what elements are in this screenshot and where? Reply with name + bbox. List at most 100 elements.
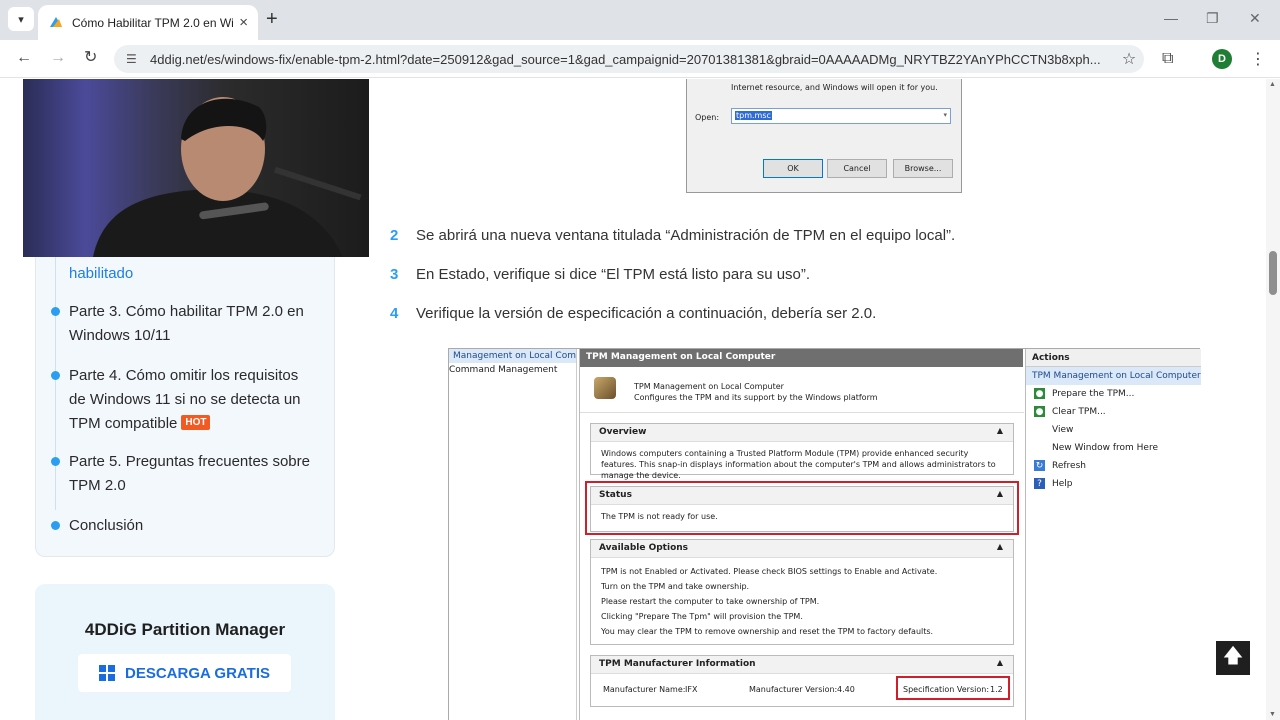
run-dropdown-icon: ▾ [943, 111, 947, 119]
toc-item-parte-4[interactable]: Parte 4. Cómo omitir los requisitos de W… [69, 364, 319, 436]
manufacturer-heading-text: TPM Manufacturer Information [599, 659, 756, 669]
option-line: You may clear the TPM to remove ownershi… [601, 627, 934, 636]
action-label: Clear TPM... [1052, 407, 1106, 417]
manufacturer-version-label: Manufacturer Version: [749, 685, 838, 694]
run-cancel-button: Cancel [827, 159, 887, 178]
actions-selected: TPM Management on Local Computer [1026, 367, 1201, 385]
manufacturer-version: 4.40 [837, 685, 855, 694]
manufacturer-name-label: Manufacturer Name: [603, 685, 686, 694]
tree-selected-item: Management on Local Comp [449, 349, 576, 363]
tab-close-icon[interactable]: × [239, 14, 248, 31]
step-3: 3 En Estado, verifique si dice “El TPM es… [390, 265, 810, 285]
options-body: TPM is not Enabled or Activated. Please … [591, 558, 1013, 645]
site-info-icon[interactable]: ☰ [126, 52, 140, 66]
page-scrollbar[interactable]: ▲ ▼ [1266, 79, 1280, 720]
toc-item-parte-5[interactable]: Parte 5. Preguntas frecuentes sobre TPM … [69, 450, 319, 498]
step-4: 4 Verifique la versión de especificación … [390, 304, 876, 324]
status-highlight-box [585, 481, 1019, 535]
step-text: En Estado, verifique si dice “El TPM est… [416, 266, 811, 283]
run-hint-text: Internet resource, and Windows will open… [731, 83, 938, 92]
manufacturer-name: IFX [685, 685, 698, 694]
bookmark-star-icon[interactable]: ☆ [1114, 49, 1144, 69]
overview-heading: Overview ▲ [591, 424, 1013, 442]
option-line: Please restart the computer to take owne… [601, 597, 820, 606]
options-heading: Available Options ▲ [591, 540, 1013, 558]
promo-card: 4DDiG Partition Manager DESCARGA GRATIS [35, 584, 335, 720]
help-icon: ? [1034, 478, 1045, 489]
manufacturer-heading: TPM Manufacturer Information ▲ [591, 656, 1013, 674]
tpm-chip-icon [594, 377, 616, 399]
options-section: Available Options ▲ TPM is not Enabled or… [590, 539, 1014, 645]
options-heading-text: Available Options [599, 543, 689, 553]
toc-dot [51, 307, 60, 316]
green-action-icon: ● [1034, 388, 1045, 399]
overview-heading-text: Overview [599, 427, 647, 437]
refresh-icon: ↻ [1034, 460, 1045, 471]
action-label: Prepare the TPM... [1052, 389, 1135, 399]
new-tab-button[interactable]: + [266, 8, 278, 30]
console-center-pane: TPM Management on Local Computer TPM Man… [579, 349, 1024, 720]
collapse-caret-icon: ▲ [996, 542, 1003, 551]
run-dialog-image: Internet resource, and Windows will open… [686, 79, 962, 193]
tab-strip: ▾ Cómo Habilitar TPM 2.0 en Win × + — ❐ … [0, 0, 1280, 40]
close-window-button[interactable]: ✕ [1249, 10, 1261, 27]
restore-button[interactable]: ❐ [1206, 10, 1219, 27]
step-number: 2 [390, 227, 399, 244]
webcam-overlay [23, 79, 369, 257]
profile-avatar[interactable]: D [1212, 49, 1232, 69]
toc-dot [51, 457, 60, 466]
console-banner: TPM Management on Local Computer Configu… [580, 367, 1024, 413]
back-button[interactable]: ← [16, 48, 32, 68]
collapse-caret-icon: ▲ [996, 426, 1003, 435]
download-button[interactable]: DESCARGA GRATIS [78, 654, 291, 692]
console-tree: Management on Local Comp Command Managem… [449, 349, 577, 720]
tab-title: Cómo Habilitar TPM 2.0 en Win [72, 15, 234, 30]
scroll-up-icon[interactable]: ▲ [1269, 81, 1276, 88]
scrollbar-thumb[interactable] [1269, 251, 1277, 295]
browser-tab[interactable]: Cómo Habilitar TPM 2.0 en Win × [38, 5, 258, 40]
toc-item-habilitado[interactable]: habilitado [69, 262, 319, 286]
action-clear: ● Clear TPM... [1026, 403, 1201, 421]
option-line: Turn on the TPM and take ownership. [601, 582, 750, 591]
extensions-icon[interactable]: ⧉ [1162, 50, 1173, 68]
toc-dot [51, 521, 60, 530]
console-header: TPM Management on Local Computer [580, 349, 1023, 367]
overview-section: Overview ▲ Windows computers containing a… [590, 423, 1014, 480]
action-prepare: ● Prepare the TPM... [1026, 385, 1201, 403]
run-open-label: Open: [695, 113, 720, 122]
step-2: 2 Se abrirá una nueva ventana titulada “A… [390, 226, 955, 246]
windows-logo-icon [98, 665, 115, 681]
address-bar[interactable]: ☰ 4ddig.net/es/windows-fix/enable-tpm-2.… [114, 45, 1144, 73]
banner-subtitle: Configures the TPM and its support by th… [634, 393, 878, 402]
option-line: TPM is not Enabled or Activated. Please … [601, 567, 938, 576]
step-text: Verifique la versión de especificación a… [416, 305, 877, 322]
forward-button[interactable]: → [50, 48, 66, 68]
run-browse-button: Browse... [893, 159, 953, 178]
tab-search-button[interactable]: ▾ [8, 7, 34, 31]
action-view: View [1026, 421, 1201, 439]
webcam-person-image [93, 97, 362, 257]
scroll-down-icon[interactable]: ▼ [1269, 711, 1276, 718]
option-line: Clicking "Prepare The Tpm" will provisio… [601, 612, 803, 621]
run-ok-button: OK [763, 159, 823, 178]
download-button-label: DESCARGA GRATIS [124, 664, 270, 682]
hot-badge: HOT [181, 415, 211, 430]
actions-pane: Actions TPM Management on Local Computer… [1025, 349, 1201, 720]
page-viewport: habilitado Parte 3. Cómo habilitar TPM 2… [0, 79, 1280, 720]
step-text: Se abrirá una nueva ventana titulada “Ad… [416, 227, 956, 244]
action-new-window: New Window from Here [1026, 439, 1201, 457]
browser-toolbar: ← → ↻ ☰ 4ddig.net/es/windows-fix/enable-… [0, 40, 1280, 78]
action-label: New Window from Here [1052, 443, 1158, 453]
toc-item-conclusion[interactable]: Conclusión [69, 514, 319, 538]
minimize-button[interactable]: — [1164, 10, 1178, 26]
green-action-icon: ● [1034, 406, 1045, 417]
promo-title: 4DDiG Partition Manager [84, 620, 286, 639]
banner-title: TPM Management on Local Computer [634, 382, 784, 391]
toc-item-parte-3[interactable]: Parte 3. Cómo habilitar TPM 2.0 en Windo… [69, 300, 319, 348]
browser-menu-icon[interactable]: ⋮ [1250, 49, 1266, 69]
scroll-to-top-button[interactable]: 🡅 [1216, 641, 1250, 675]
reload-button[interactable]: ↻ [84, 48, 97, 68]
tree-item: Command Management [449, 365, 558, 375]
spec-highlight-box [896, 676, 1010, 700]
tpm-console-image: Management on Local Comp Command Managem… [448, 348, 1201, 720]
